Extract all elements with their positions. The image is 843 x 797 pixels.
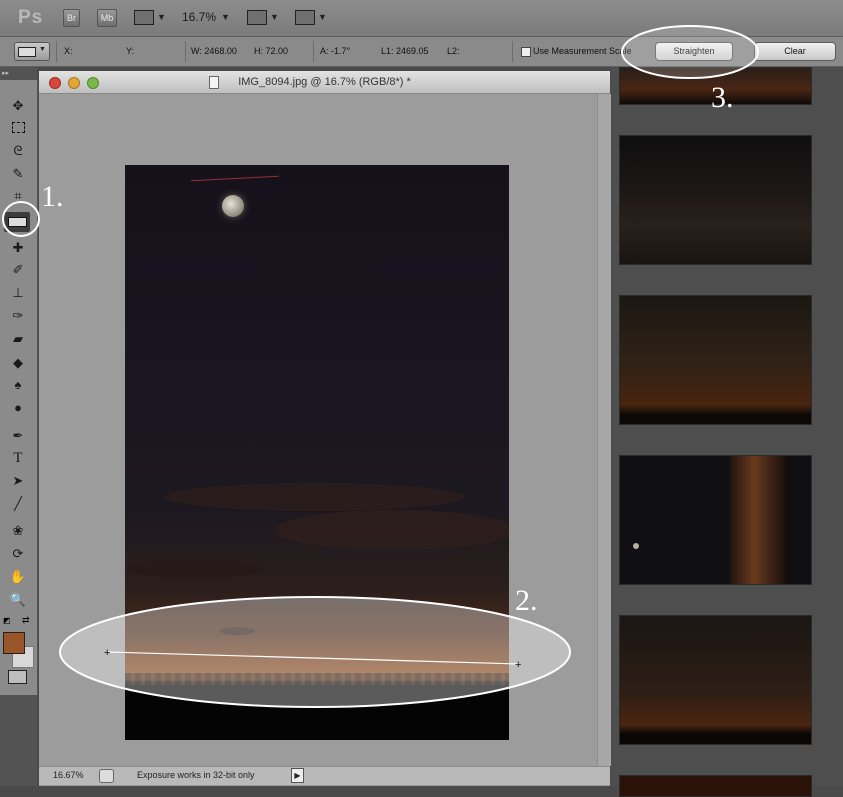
step-3-label: 3.	[711, 81, 734, 114]
straighten-highlight-circle	[621, 25, 759, 79]
step-2-label: 2.	[515, 584, 538, 617]
horizon-highlight-ellipse	[59, 596, 571, 708]
tool-highlight-circle	[2, 201, 40, 237]
measure-end-handle[interactable]: +	[515, 659, 521, 671]
measure-start-handle[interactable]: +	[104, 647, 110, 659]
annotation-overlay: + + 1. 2. 3.	[2, 25, 759, 708]
step-1-label: 1.	[41, 180, 64, 213]
